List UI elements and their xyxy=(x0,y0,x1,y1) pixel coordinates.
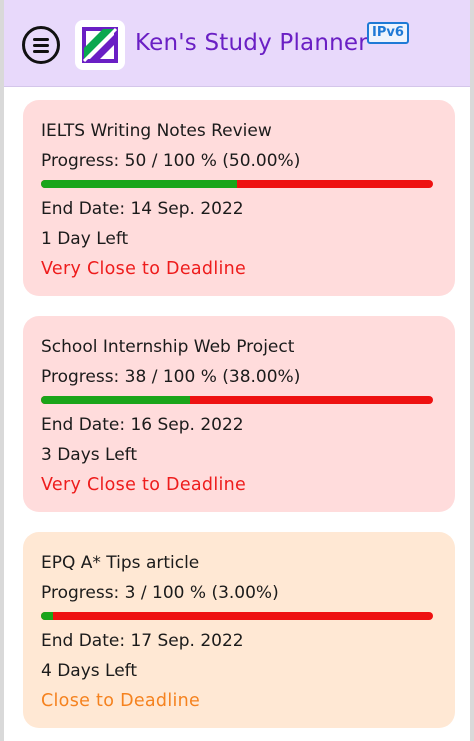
task-card[interactable]: IELTS Writing Notes Review Progress: 50 … xyxy=(23,100,455,296)
task-status: Close to Deadline xyxy=(41,691,201,711)
task-progress-bar xyxy=(41,396,433,404)
task-end-date: End Date: 14 Sep. 2022 xyxy=(41,199,244,219)
task-progress-bar xyxy=(41,180,433,188)
task-card[interactable]: EPQ A* Tips article Progress: 3 / 100 % … xyxy=(23,532,455,728)
task-title: IELTS Writing Notes Review xyxy=(41,121,272,141)
app-title: Ken's Study Planner xyxy=(135,30,368,56)
task-progress-fill xyxy=(41,180,237,188)
task-status: Very Close to Deadline xyxy=(41,259,247,279)
planner-logo-icon[interactable] xyxy=(75,20,125,70)
task-card[interactable]: School Internship Web Project Progress: … xyxy=(23,316,455,512)
task-days-left: 3 Days Left xyxy=(41,445,138,465)
ipv6-badge: IPv6 xyxy=(367,22,409,44)
app-header: Ken's Study Planner IPv6 xyxy=(4,0,470,87)
task-progress-bar xyxy=(41,612,433,620)
task-title: EPQ A* Tips article xyxy=(41,553,200,573)
task-progress-text: Progress: 3 / 100 % (3.00%) xyxy=(41,583,279,603)
task-days-left: 4 Days Left xyxy=(41,661,138,681)
task-progress-fill xyxy=(41,612,53,620)
app-window: Ken's Study Planner IPv6 IELTS Writing N… xyxy=(0,0,474,741)
task-progress-fill xyxy=(41,396,190,404)
task-progress-text: Progress: 38 / 100 % (38.00%) xyxy=(41,367,301,387)
task-list: IELTS Writing Notes Review Progress: 50 … xyxy=(23,100,455,741)
hamburger-menu-icon[interactable] xyxy=(22,26,60,64)
task-end-date: End Date: 17 Sep. 2022 xyxy=(41,631,244,651)
task-end-date: End Date: 16 Sep. 2022 xyxy=(41,415,244,435)
task-status: Very Close to Deadline xyxy=(41,475,247,495)
task-progress-text: Progress: 50 / 100 % (50.00%) xyxy=(41,151,301,171)
task-days-left: 1 Day Left xyxy=(41,229,129,249)
task-title: School Internship Web Project xyxy=(41,337,295,357)
